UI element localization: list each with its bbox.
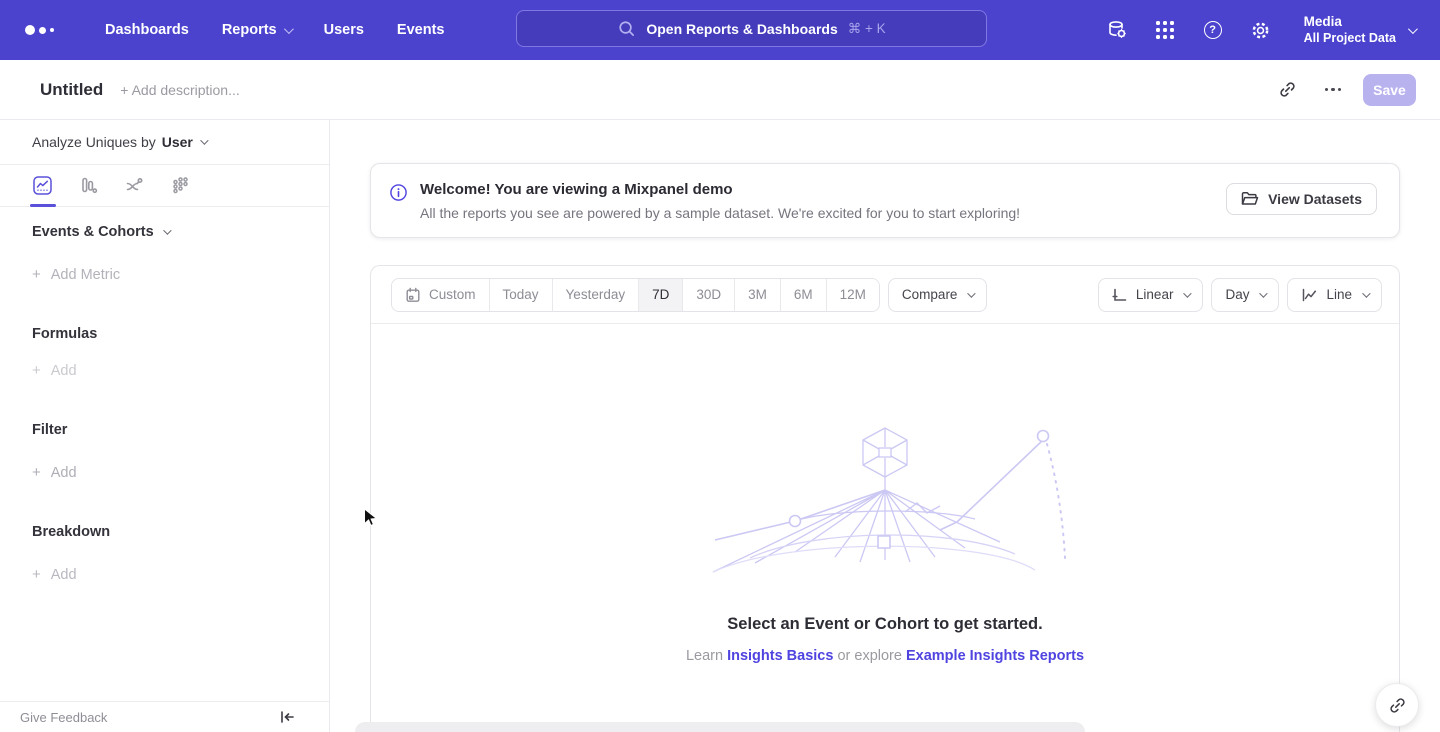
chevron-down-icon: [200, 136, 208, 144]
report-title[interactable]: Untitled: [40, 80, 103, 100]
save-button[interactable]: Save: [1363, 74, 1416, 106]
top-nav: Dashboards Reports Users Events Open Rep…: [0, 0, 1440, 60]
date-range-3m[interactable]: 3M: [735, 279, 781, 311]
insights-chart-tab[interactable]: [32, 175, 53, 196]
insights-basics-link[interactable]: Insights Basics: [727, 648, 833, 664]
analyze-prefix: Analyze Uniques by: [32, 134, 156, 150]
chevron-down-icon: [1184, 289, 1192, 297]
view-datasets-button[interactable]: View Datasets: [1226, 183, 1377, 215]
selected-tab-indicator: [30, 204, 56, 207]
chevron-down-icon: [284, 24, 294, 34]
empty-state-heading: Select an Event or Cohort to get started…: [330, 615, 1440, 634]
bottom-panel-edge[interactable]: [355, 722, 1085, 732]
apps-grid-icon[interactable]: [1154, 19, 1176, 41]
chevron-down-icon: [1362, 289, 1370, 297]
collapse-sidebar-icon[interactable]: [280, 710, 309, 724]
add-breakdown-button[interactable]: +Add: [32, 566, 77, 583]
help-glyph: ?: [1209, 24, 1216, 36]
link-icon: [1388, 696, 1407, 715]
project-scope: All Project Data: [1304, 31, 1396, 47]
breakdown-section: Breakdown: [32, 524, 110, 540]
events-cohorts-section[interactable]: Events & Cohorts: [32, 224, 169, 240]
nav-dashboards[interactable]: Dashboards: [105, 22, 189, 38]
date-range-selector: Custom Today Yesterday 7D 30D 3M 6M 12M: [391, 278, 880, 312]
nav-users[interactable]: Users: [324, 22, 364, 38]
scatter-chart-tab[interactable]: [170, 175, 191, 196]
date-range-7d[interactable]: 7D: [639, 279, 683, 311]
filter-section: Filter: [32, 422, 67, 438]
primary-nav: Dashboards Reports Users Events: [105, 22, 444, 38]
report-description-placeholder[interactable]: + Add description...: [120, 82, 239, 98]
date-range-12m[interactable]: 12M: [827, 279, 879, 311]
chevron-down-icon: [968, 289, 976, 297]
analyze-uniques-row: Analyze Uniques by User: [0, 120, 329, 165]
search-shortcut: ⌘ + K: [848, 21, 886, 37]
report-header: Untitled + Add description... Save: [0, 60, 1440, 120]
add-formula-button[interactable]: +Add: [32, 362, 77, 379]
chevron-down-icon: [1408, 24, 1418, 34]
date-range-30d[interactable]: 30D: [683, 279, 735, 311]
global-search[interactable]: Open Reports & Dashboards ⌘ + K: [516, 10, 987, 47]
nav-events[interactable]: Events: [397, 22, 445, 38]
granularity-selector[interactable]: Day: [1211, 278, 1279, 312]
compare-button[interactable]: Compare: [888, 278, 988, 312]
copy-link-icon[interactable]: [1271, 74, 1303, 106]
nav-reports[interactable]: Reports: [222, 22, 291, 38]
plus-icon: +: [32, 464, 41, 481]
top-nav-right: ? Media All Project Data: [1106, 0, 1415, 60]
banner-body: All the reports you see are powered by a…: [420, 205, 1020, 221]
bar-chart-tab[interactable]: [78, 175, 99, 196]
formulas-section: Formulas: [32, 326, 97, 342]
search-label: Open Reports & Dashboards: [646, 21, 837, 37]
help-icon[interactable]: ?: [1202, 19, 1224, 41]
example-insights-reports-link[interactable]: Example Insights Reports: [906, 648, 1084, 664]
give-feedback-link[interactable]: Give Feedback: [20, 710, 107, 725]
chart-type-selector[interactable]: Line: [1287, 278, 1382, 312]
calendar-icon: [405, 287, 421, 303]
info-icon: [389, 183, 408, 202]
mixpanel-logo[interactable]: [25, 25, 71, 35]
plus-icon: +: [32, 362, 41, 379]
add-metric-button[interactable]: +Add Metric: [32, 266, 120, 283]
sidebar-footer: Give Feedback: [0, 701, 329, 732]
scale-selector[interactable]: Linear: [1098, 278, 1204, 312]
query-builder-sidebar: Analyze Uniques by User: [0, 120, 330, 732]
analyze-by-selector[interactable]: User: [162, 134, 206, 150]
report-canvas: Welcome! You are viewing a Mixpanel demo…: [330, 120, 1440, 732]
chevron-down-icon: [163, 226, 171, 234]
flow-chart-tab[interactable]: [124, 175, 145, 196]
settings-gear-icon[interactable]: [1250, 19, 1272, 41]
date-range-6m[interactable]: 6M: [781, 279, 827, 311]
plus-icon: +: [32, 266, 41, 283]
data-management-icon[interactable]: [1106, 19, 1128, 41]
plus-icon: +: [32, 566, 41, 583]
date-range-yesterday[interactable]: Yesterday: [553, 279, 640, 311]
project-switcher[interactable]: Media All Project Data: [1304, 14, 1415, 47]
share-link-fab[interactable]: [1375, 683, 1419, 727]
folder-open-icon: [1241, 191, 1259, 207]
search-icon: [617, 19, 636, 38]
empty-state-links: Learn Insights Basics or explore Example…: [330, 648, 1440, 664]
more-options-icon[interactable]: [1317, 74, 1349, 106]
chevron-down-icon: [1260, 289, 1268, 297]
date-range-today[interactable]: Today: [490, 279, 553, 311]
linear-axis-icon: [1112, 287, 1128, 303]
chart-controls: Custom Today Yesterday 7D 30D 3M 6M 12M …: [371, 266, 1399, 324]
empty-state-illustration: [695, 420, 1075, 580]
date-range-custom[interactable]: Custom: [392, 279, 490, 311]
add-filter-button[interactable]: +Add: [32, 464, 77, 481]
visualization-tabs: [0, 165, 329, 207]
line-chart-icon: [1301, 287, 1318, 303]
project-name: Media: [1304, 14, 1396, 31]
welcome-banner: Welcome! You are viewing a Mixpanel demo…: [370, 163, 1400, 238]
banner-title: Welcome! You are viewing a Mixpanel demo: [420, 181, 1020, 199]
